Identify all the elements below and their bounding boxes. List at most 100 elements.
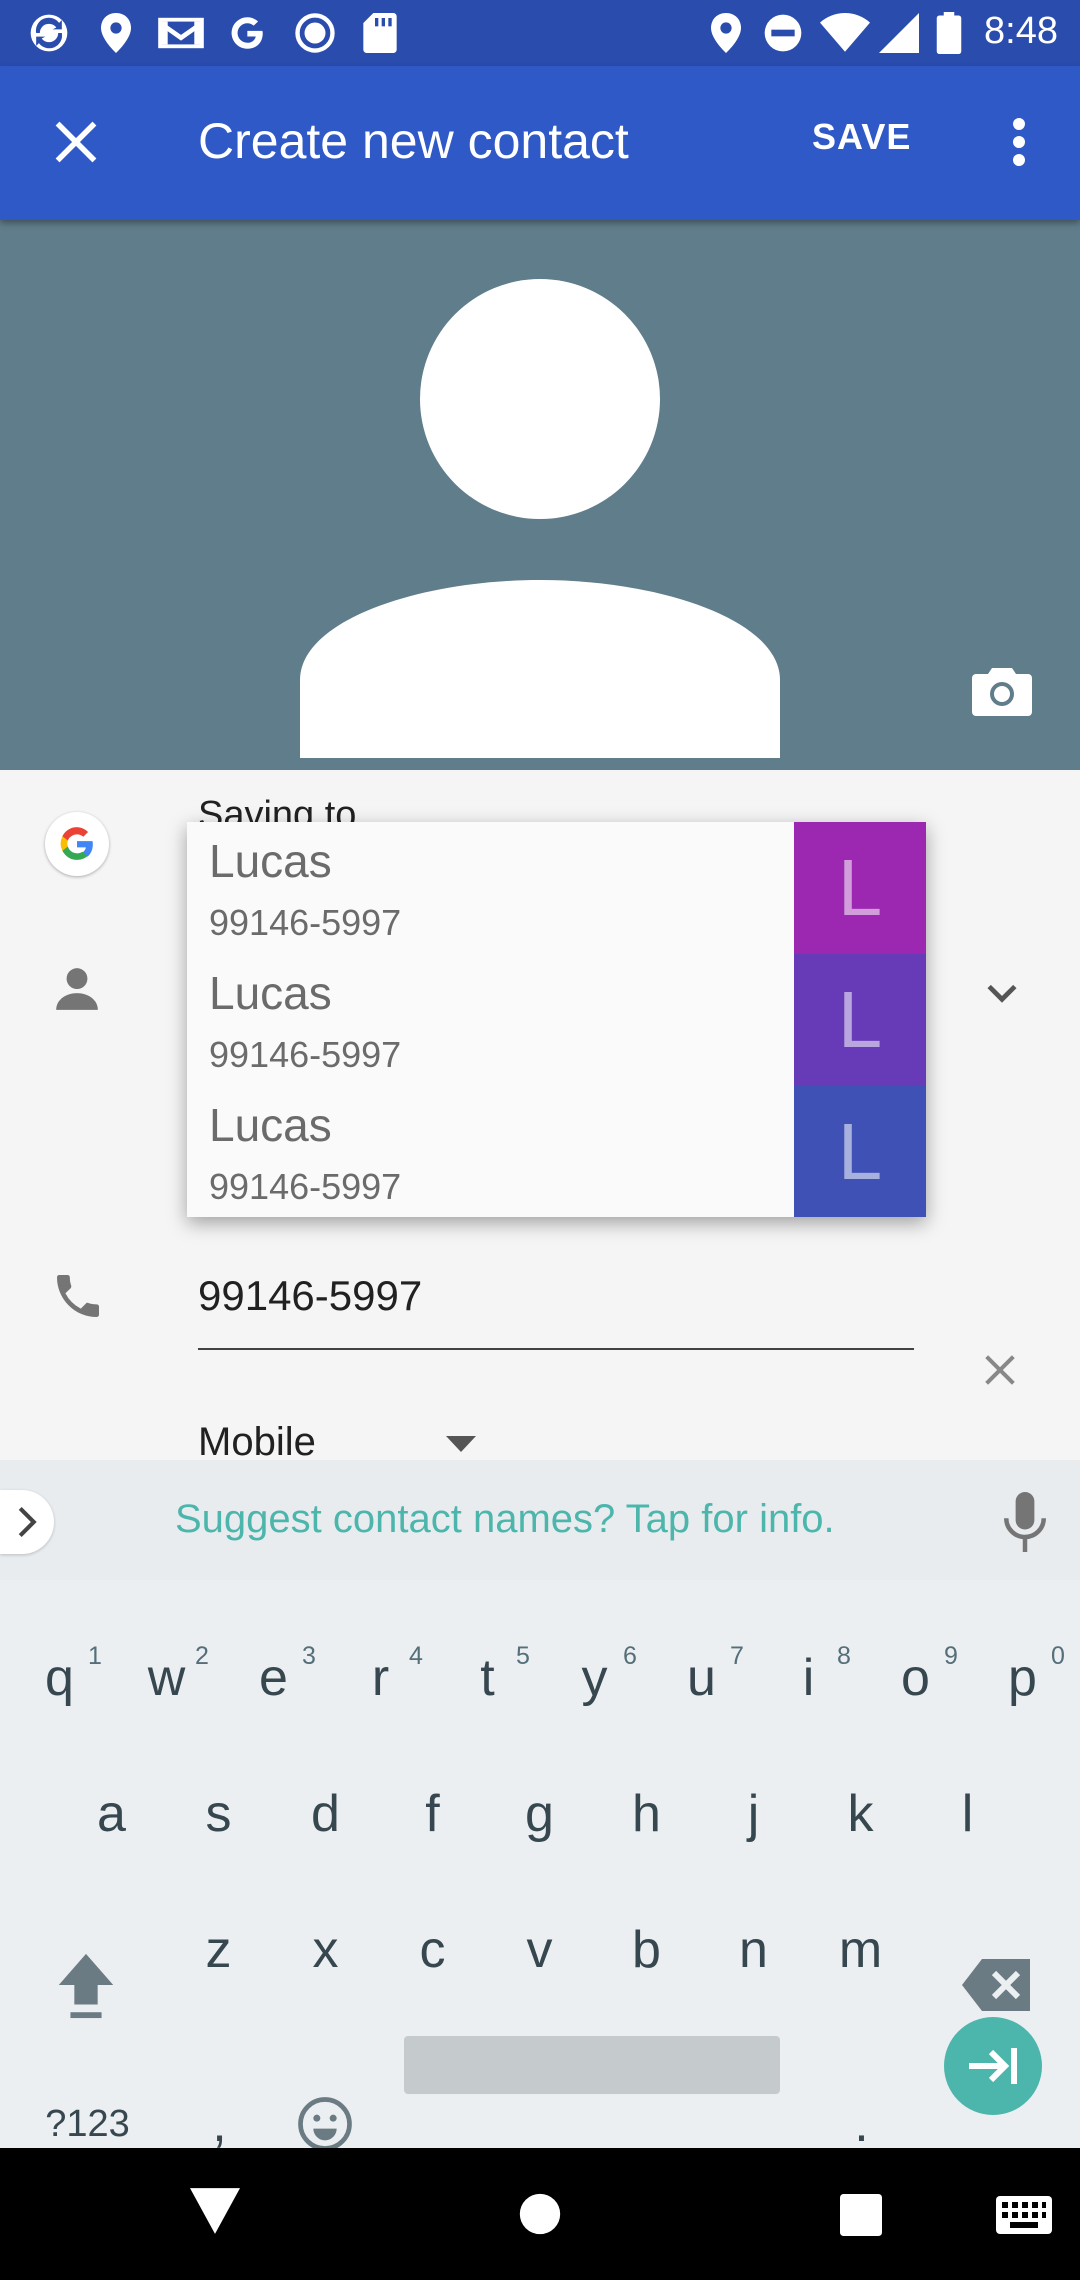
keyboard: ?123 , . q1w2e3r4t5y6u7i8o9p0asdfghjklzx… — [0, 1580, 1080, 2153]
next-field-key[interactable] — [944, 2017, 1042, 2115]
key-m[interactable]: m — [807, 1890, 914, 2010]
contact-suggestion-popup: Lucas 99146-5997 L Lucas 99146-5997 L Lu… — [187, 822, 926, 1217]
chevron-down-icon — [987, 984, 1017, 1003]
key-z[interactable]: z — [165, 1890, 272, 2010]
tab-next-icon — [969, 2048, 1017, 2084]
location-icon — [708, 13, 744, 53]
key-hint-1: 1 — [88, 1642, 102, 1670]
key-hint-9: 9 — [944, 1642, 958, 1670]
page-title: Create new contact — [198, 113, 629, 169]
key-f[interactable]: f — [379, 1754, 486, 1874]
shift-icon — [58, 1953, 113, 2019]
key-y[interactable]: y — [541, 1618, 648, 1738]
navigation-bar — [0, 2148, 1080, 2280]
key-s[interactable]: s — [165, 1754, 272, 1874]
shift-key[interactable] — [32, 1925, 139, 2045]
status-bar: 8:48 — [0, 0, 1080, 66]
close-button[interactable] — [40, 106, 112, 178]
sync-icon — [24, 13, 74, 53]
suggestion-name: Lucas — [209, 1099, 332, 1151]
key-d[interactable]: d — [272, 1754, 379, 1874]
expand-toolbar-button[interactable] — [0, 1490, 54, 1554]
key-q[interactable]: q — [6, 1618, 113, 1738]
close-icon — [985, 1355, 1015, 1385]
suggest-contact-names-link[interactable]: Suggest contact names? Tap for info. — [175, 1497, 835, 1542]
keyboard-icon — [996, 2196, 1052, 2234]
key-hint-8: 8 — [837, 1642, 851, 1670]
suggestion-item[interactable]: Lucas 99146-5997 L — [187, 954, 926, 1086]
key-a[interactable]: a — [58, 1754, 165, 1874]
key-l[interactable]: l — [914, 1754, 1021, 1874]
key-k[interactable]: k — [807, 1754, 914, 1874]
key-hint-4: 4 — [409, 1642, 423, 1670]
home-button[interactable] — [518, 2192, 562, 2236]
key-h[interactable]: h — [593, 1754, 700, 1874]
key-r[interactable]: r — [327, 1618, 434, 1738]
space-key[interactable] — [404, 2036, 780, 2094]
expand-name-button[interactable] — [980, 970, 1024, 1014]
key-x[interactable]: x — [272, 1890, 379, 2010]
contact-photo-area[interactable] — [0, 220, 1080, 770]
save-button[interactable]: SAVE — [812, 116, 911, 158]
suggestion-phone: 99146-5997 — [209, 1166, 402, 1207]
key-u[interactable]: u — [648, 1618, 755, 1738]
key-e[interactable]: e — [220, 1618, 327, 1738]
key-j[interactable]: j — [700, 1754, 807, 1874]
emoji-icon — [297, 2097, 352, 2151]
camera-button[interactable] — [972, 664, 1032, 716]
person-placeholder-icon — [300, 279, 780, 758]
home-circle-icon — [519, 2193, 561, 2235]
gmail-icon — [156, 13, 206, 53]
phone-input-underline — [198, 1348, 914, 1350]
suggestion-name: Lucas — [209, 835, 332, 887]
key-w[interactable]: w — [113, 1618, 220, 1738]
sd-card-icon — [360, 13, 400, 53]
key-i[interactable]: i — [755, 1618, 862, 1738]
backspace-icon — [961, 1959, 1030, 2011]
clear-phone-button[interactable] — [980, 1350, 1024, 1394]
key-hint-7: 7 — [730, 1642, 744, 1670]
key-b[interactable]: b — [593, 1890, 700, 2010]
key-c[interactable]: c — [379, 1890, 486, 2010]
more-options-button[interactable] — [994, 106, 1044, 178]
suggestion-phone: 99146-5997 — [209, 1034, 402, 1075]
recents-button[interactable] — [840, 2194, 882, 2236]
camera-icon — [972, 668, 1032, 716]
wifi-icon — [818, 13, 872, 53]
battery-icon — [934, 12, 964, 54]
person-icon — [52, 964, 102, 1014]
keyboard-switch-button[interactable] — [996, 2196, 1052, 2234]
key-o[interactable]: o — [862, 1618, 969, 1738]
phone-type-label: Mobile — [198, 1420, 316, 1460]
key-g[interactable]: g — [486, 1754, 593, 1874]
do-not-disturb-icon — [760, 13, 806, 53]
voice-input-button[interactable] — [1002, 1492, 1048, 1552]
phone-input[interactable]: 99146-5997 — [198, 1272, 422, 1320]
app-bar: Create new contact SAVE — [0, 66, 1080, 220]
back-button[interactable] — [190, 2188, 250, 2240]
key-t[interactable]: t — [434, 1618, 541, 1738]
location-icon — [98, 13, 134, 53]
more-vert-icon — [1013, 118, 1025, 166]
google-icon — [224, 13, 270, 53]
key-hint-5: 5 — [516, 1642, 530, 1670]
key-hint-3: 3 — [302, 1642, 316, 1670]
suggestion-avatar: L — [794, 1086, 926, 1217]
suggestion-item[interactable]: Lucas 99146-5997 L — [187, 822, 926, 954]
close-icon — [55, 121, 97, 163]
clock: 8:48 — [984, 10, 1058, 52]
key-v[interactable]: v — [486, 1890, 593, 2010]
key-n[interactable]: n — [700, 1890, 807, 2010]
suggestion-phone: 99146-5997 — [209, 902, 402, 943]
google-account-icon — [45, 812, 109, 876]
suggestion-item[interactable]: Lucas 99146-5997 L — [187, 1086, 926, 1217]
key-p[interactable]: p — [969, 1618, 1076, 1738]
key-hint-0: 0 — [1051, 1642, 1065, 1670]
suggestion-avatar: L — [794, 822, 926, 954]
chevron-right-icon — [18, 1506, 37, 1538]
phone-type-dropdown[interactable]: Mobile — [198, 1420, 476, 1460]
back-triangle-icon — [190, 2188, 240, 2234]
phone-icon — [50, 1268, 106, 1324]
suggestion-name: Lucas — [209, 967, 332, 1019]
signal-icon — [876, 13, 922, 53]
